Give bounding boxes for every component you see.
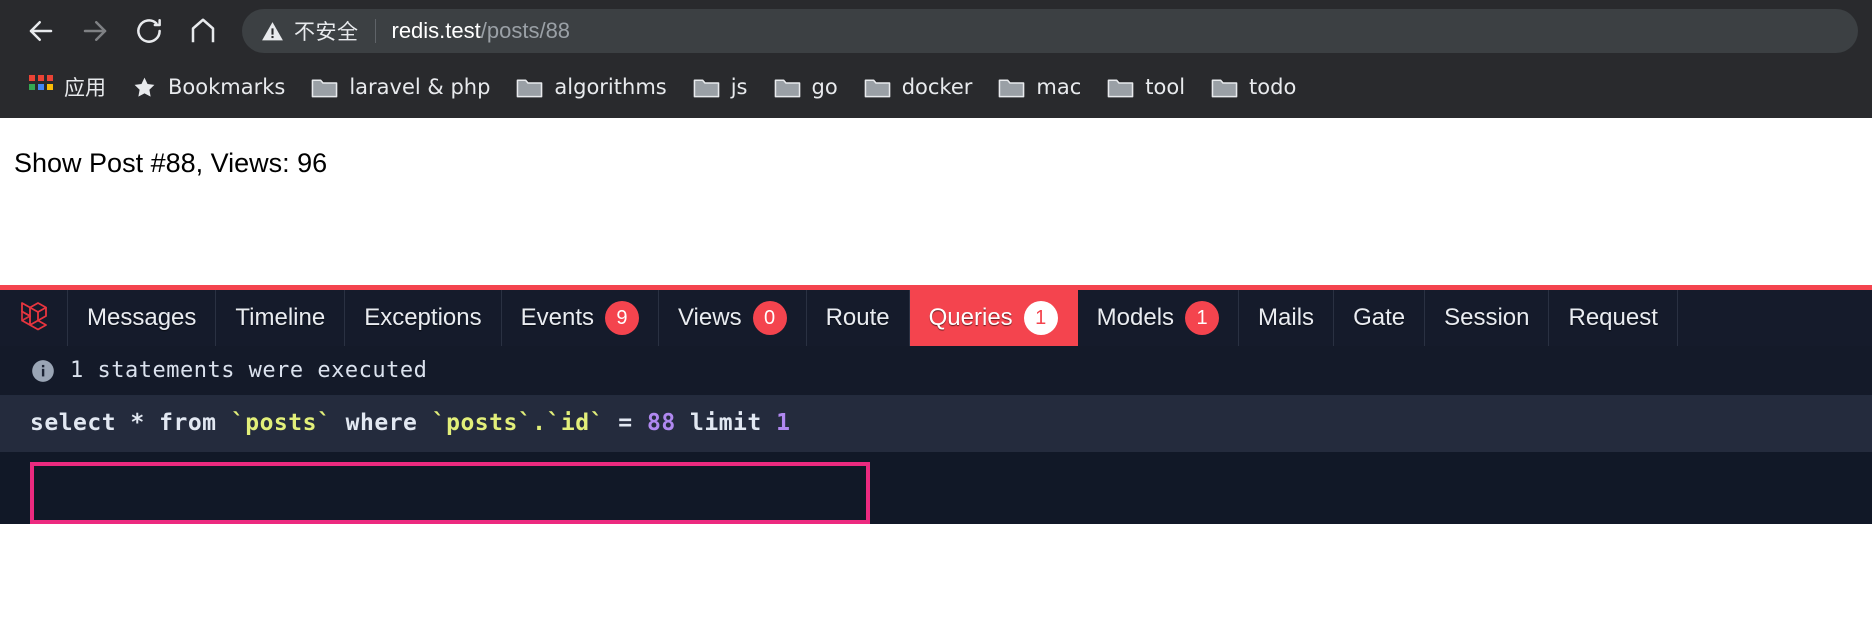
sql-segment: where: [331, 410, 432, 436]
address-bar[interactable]: 不安全 redis.test/posts/88: [242, 9, 1858, 53]
tab-badge: 9: [604, 301, 639, 335]
query-row[interactable]: select * from `posts` where `posts`.`id`…: [0, 396, 1872, 452]
folder-icon: [312, 78, 338, 97]
warning-triangle-icon: [260, 19, 285, 44]
sql-segment-table: `posts`: [230, 410, 332, 436]
sql-segment: =: [603, 410, 647, 436]
tab-label: Session: [1444, 304, 1530, 331]
sql-statement: select * from `posts` where `posts`.`id`…: [30, 410, 1842, 436]
bookmark-label: go: [811, 75, 838, 99]
back-button[interactable]: [14, 4, 68, 58]
tab-events[interactable]: Events 9: [502, 290, 659, 346]
tab-request[interactable]: Request: [1549, 290, 1678, 346]
bookmark-label: tool: [1145, 75, 1186, 99]
folder-icon: [774, 78, 800, 97]
tab-label: Events: [520, 304, 594, 331]
home-button[interactable]: [176, 4, 230, 58]
bookmark-folder-todo[interactable]: todo: [1198, 67, 1309, 107]
tab-gate[interactable]: Gate: [1334, 290, 1426, 346]
tab-label: Mails: [1258, 304, 1315, 331]
tab-label: Request: [1568, 304, 1658, 331]
laravel-debugbar: Messages Timeline Exceptions Events 9 Vi…: [0, 285, 1872, 524]
tab-label: Gate: [1353, 304, 1406, 331]
bookmark-folder-mac[interactable]: mac: [985, 67, 1094, 107]
bookmark-label: Bookmarks: [168, 75, 286, 99]
sql-segment: limit: [675, 410, 777, 436]
folder-icon: [517, 78, 543, 97]
tab-exceptions[interactable]: Exceptions: [345, 290, 502, 346]
folder-icon: [864, 78, 891, 97]
folder-icon: [999, 78, 1025, 97]
bookmark-label: 应用: [64, 76, 106, 100]
tab-label: Exceptions: [364, 304, 482, 331]
home-icon: [191, 18, 215, 43]
tab-label: Timeline: [235, 304, 326, 331]
folder-icon: [1107, 78, 1134, 97]
reload-button[interactable]: [122, 4, 176, 58]
tab-queries[interactable]: Queries 1: [909, 290, 1078, 346]
page-content: Show Post #88, Views: 96: [0, 118, 1872, 285]
tab-timeline[interactable]: Timeline: [216, 290, 346, 346]
bookmark-label: mac: [1036, 75, 1082, 99]
tab-models[interactable]: Models 1: [1078, 290, 1240, 346]
tab-label: Models: [1096, 304, 1175, 331]
forward-button[interactable]: [68, 4, 122, 58]
queries-status-row: 1 statements were executed: [0, 346, 1872, 396]
security-status-label: 不安全: [294, 20, 359, 44]
tab-messages[interactable]: Messages: [68, 290, 217, 346]
browser-chrome: 不安全 redis.test/posts/88 应用 Bookmarks lar…: [0, 0, 1872, 118]
tab-label: Queries: [928, 304, 1013, 331]
tab-badge: 1: [1023, 301, 1058, 335]
bookmark-bookmarks[interactable]: Bookmarks: [119, 67, 298, 107]
bookmark-folder-docker[interactable]: docker: [851, 67, 986, 107]
bookmark-folder-tool[interactable]: tool: [1094, 67, 1198, 107]
tab-label: Route: [825, 304, 890, 331]
bookmark-folder-algorithms[interactable]: algorithms: [503, 67, 679, 107]
debugbar-tab-list: Messages Timeline Exceptions Events 9 Vi…: [0, 290, 1872, 346]
bookmark-folder-go[interactable]: go: [761, 67, 851, 107]
url-path: /posts/88: [480, 18, 571, 43]
statements-executed-text: 1 statements were executed: [70, 358, 428, 383]
post-summary-text: Show Post #88, Views: 96: [14, 148, 328, 178]
bookmarks-bar: 应用 Bookmarks laravel & php algorithms js: [0, 62, 1872, 118]
selection-highlight-box[interactable]: [30, 462, 870, 524]
sql-segment-number: 88: [646, 410, 676, 436]
tab-views[interactable]: Views 0: [659, 290, 807, 346]
tab-session[interactable]: Session: [1425, 290, 1550, 346]
tab-badge: 0: [752, 301, 787, 335]
apps-grid-icon: [29, 75, 53, 99]
reload-icon: [137, 19, 161, 43]
bookmark-folder-laravel-php[interactable]: laravel & php: [298, 67, 503, 107]
info-circle-icon: [32, 359, 54, 382]
laravel-logo-icon[interactable]: [0, 290, 68, 346]
bookmark-label: algorithms: [554, 75, 667, 99]
tab-route[interactable]: Route: [807, 290, 910, 346]
tab-mails[interactable]: Mails: [1239, 290, 1335, 346]
sql-segment-table: `posts`.`id`: [431, 410, 604, 436]
arrow-right-icon: [83, 21, 107, 41]
bookmark-label: laravel & php: [349, 75, 491, 99]
url-text: redis.test/posts/88: [392, 18, 571, 44]
bookmark-apps[interactable]: 应用: [16, 67, 119, 107]
browser-toolbar: 不安全 redis.test/posts/88: [0, 0, 1872, 62]
tab-label: Messages: [87, 304, 197, 331]
folder-icon: [1211, 78, 1238, 97]
omnibox-divider: [374, 19, 376, 43]
star-icon: [134, 77, 155, 97]
arrow-left-icon: [29, 21, 53, 41]
bookmark-label: js: [730, 75, 748, 99]
tab-label: Views: [677, 304, 742, 331]
sql-segment: select * from: [30, 410, 231, 436]
bookmark-folder-js[interactable]: js: [680, 67, 761, 107]
tab-badge: 1: [1185, 301, 1220, 335]
url-host: redis.test: [391, 18, 481, 43]
bookmark-label: docker: [901, 75, 973, 99]
folder-icon: [693, 78, 720, 97]
sql-segment-number: 1: [776, 410, 791, 436]
bookmark-label: todo: [1249, 75, 1297, 99]
